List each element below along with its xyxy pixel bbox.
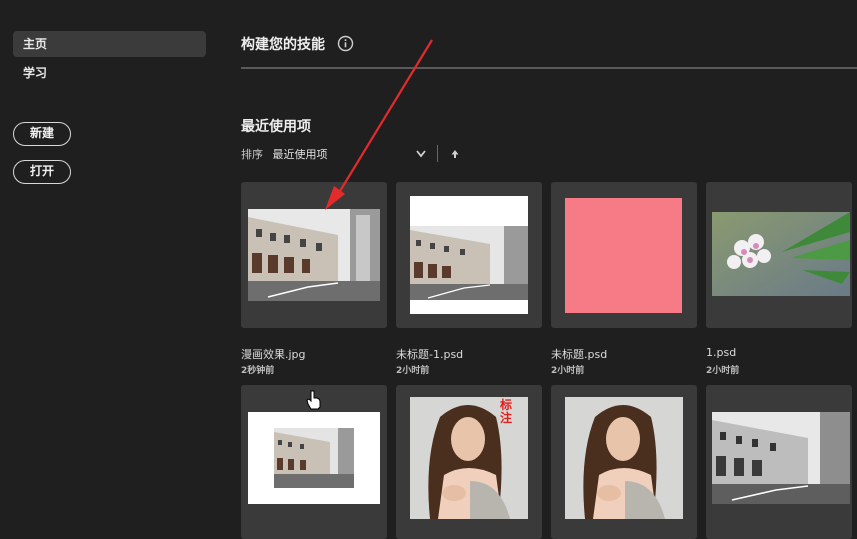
street-photo-bw-thumb: [712, 412, 850, 504]
sort-bar: 排序 最近使用项: [241, 146, 328, 162]
info-icon[interactable]: [337, 35, 354, 52]
street-photo-white-bg-thumb: [410, 196, 528, 314]
sidebar-item-learn[interactable]: 学习: [13, 60, 206, 86]
file-card[interactable]: [706, 182, 852, 328]
hand-cursor-icon: [306, 390, 321, 410]
sidebar-item-home[interactable]: 主页: [13, 31, 206, 57]
sort-dropdown[interactable]: 最近使用项: [273, 148, 328, 161]
file-name[interactable]: 漫画效果.jpg: [241, 346, 306, 362]
annotation-text: 标注: [500, 398, 513, 425]
file-time: 2小时前: [396, 366, 430, 376]
file-name[interactable]: 1.psd: [706, 346, 736, 359]
street-photo-small-thumb: [248, 412, 380, 504]
woman-portrait-thumb: [565, 397, 683, 519]
section-divider: [241, 67, 857, 69]
file-card[interactable]: [551, 182, 697, 328]
recent-title: 最近使用项: [241, 119, 311, 135]
file-card[interactable]: [241, 182, 387, 328]
file-name[interactable]: 未标题.psd: [551, 346, 607, 362]
new-button[interactable]: 新建: [13, 122, 71, 146]
file-time: 2小时前: [706, 366, 740, 376]
open-button[interactable]: 打开: [13, 160, 71, 184]
file-card[interactable]: 标注: [396, 385, 542, 539]
file-time: 2秒钟前: [241, 366, 275, 376]
sort-label: 排序: [241, 148, 263, 161]
file-card[interactable]: [551, 385, 697, 539]
street-photo-thumb: [248, 209, 380, 301]
file-time: 2小时前: [551, 366, 585, 376]
file-card[interactable]: [396, 182, 542, 328]
pink-canvas-thumb: [565, 198, 682, 313]
flower-photo-thumb: [712, 212, 850, 296]
skills-title: 构建您的技能: [241, 37, 325, 53]
sort-separator: [437, 145, 438, 162]
chevron-down-icon[interactable]: [414, 148, 428, 160]
sidebar: 主页 学习 新建 打开: [0, 0, 220, 539]
file-card[interactable]: [706, 385, 852, 539]
arrow-up-icon[interactable]: [449, 148, 461, 160]
file-name[interactable]: 未标题-1.psd: [396, 346, 463, 362]
